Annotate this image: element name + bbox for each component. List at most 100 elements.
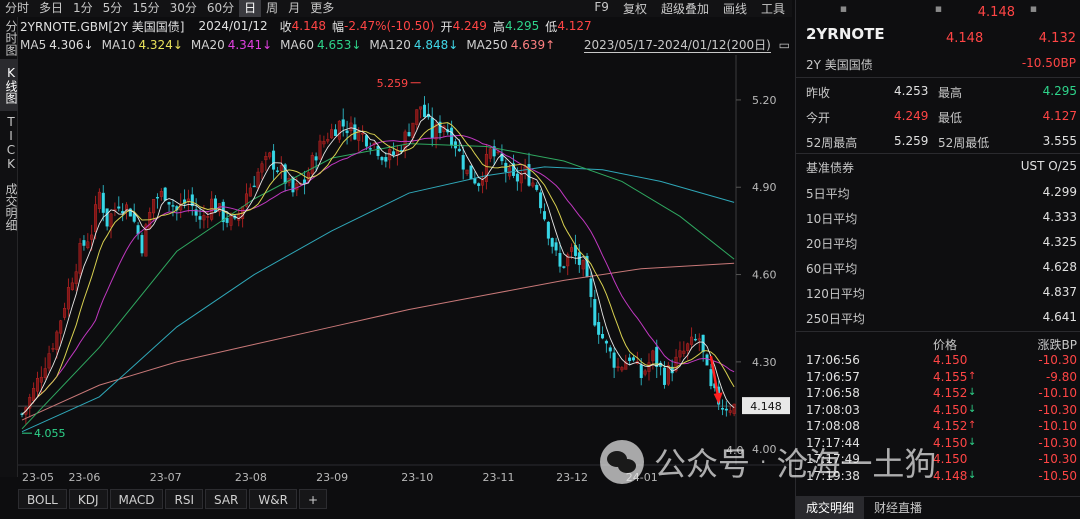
overlay-button[interactable]: 超级叠加 <box>654 0 716 17</box>
x-tick-label: 23-08 <box>235 471 267 484</box>
average-row: 10日平均 4.333 <box>796 205 1080 230</box>
x-tick-label: 23-11 <box>483 471 515 484</box>
candle-body <box>109 213 113 227</box>
quote-value: 4.295 <box>1042 84 1077 98</box>
candle-body <box>639 364 643 379</box>
ma5-line <box>21 114 735 415</box>
period-10[interactable]: 更多 <box>305 0 339 17</box>
quote-row: 昨收 4.253 最高 4.295 <box>796 79 1080 104</box>
symbol-label: 2YRNOTE.GBM[2Y 美国国债] <box>20 19 185 34</box>
trade-row: 17:17:44 4.150 ↓ -10.30 <box>796 435 1080 451</box>
period-6[interactable]: 60分 <box>202 0 239 17</box>
open-label: 开 <box>440 19 453 34</box>
settings-icon[interactable]: ▭ <box>779 38 790 52</box>
candle-body <box>535 184 539 190</box>
candle-body <box>349 122 353 131</box>
candle-body <box>63 308 67 318</box>
candle-body <box>604 340 608 344</box>
candle-body <box>78 243 82 274</box>
f9-button[interactable]: F9 <box>587 0 616 17</box>
trade-time: 17:08:03 <box>806 402 860 417</box>
trade-row: 17:19:38 4.148 ↓ -10.50 <box>796 468 1080 484</box>
average-label: 20日平均 <box>806 237 858 251</box>
period-7[interactable]: 日 <box>239 0 262 17</box>
date-range[interactable]: 2023/05/17-2024/01/12(200日) ▭ <box>583 36 790 53</box>
trend-arrowhead <box>713 392 723 405</box>
divider <box>796 77 1080 78</box>
panel-change-bp: -10.50BP <box>1021 56 1076 70</box>
indicator-tab-4[interactable]: SAR <box>204 489 248 509</box>
candle-body <box>539 192 543 209</box>
candle-body <box>105 208 109 227</box>
candle-body <box>558 253 562 267</box>
candle-body <box>314 156 318 161</box>
candle-body <box>279 165 283 171</box>
candle-body <box>86 241 90 249</box>
kline-chart[interactable]: 5.20 4.90 4.60 4.30 4.00 23-05 23-06 23-07 23-08… <box>18 55 792 485</box>
x-tick-label: 24-01 <box>626 471 658 484</box>
period-1[interactable]: 多日 <box>34 0 68 17</box>
period-9[interactable]: 月 <box>283 0 305 17</box>
tab-trades[interactable]: 成交明细 <box>0 175 18 239</box>
indicator-tab-5[interactable]: W&R <box>249 489 297 509</box>
trade-bp: -10.10 <box>1038 419 1077 433</box>
tab-kline[interactable]: K线图 <box>0 59 18 111</box>
candle-body <box>140 234 144 254</box>
tab-tick[interactable]: TICK <box>0 111 18 175</box>
trade-row: 17:06:56 4.150 -10.30 <box>796 352 1080 368</box>
ma-legend: MA5 4.306↓ MA10 4.324↓ MA20 4.341↓ MA60 4.653↓ M… <box>20 36 563 54</box>
tab-intraday[interactable]: 分时图 <box>0 17 18 59</box>
candle-body <box>202 215 206 221</box>
candle-body <box>477 183 481 186</box>
indicator-tab-1[interactable]: KDJ <box>68 489 108 509</box>
date-label: 2024/01/12 <box>198 19 268 33</box>
ma-label-5: MA250 <box>466 38 508 52</box>
quote-label: 今开 <box>806 111 831 125</box>
indicator-tab-6[interactable]: + <box>298 489 327 509</box>
candle-body <box>450 127 454 146</box>
ma-label-3: MA60 <box>280 38 314 52</box>
open-value: 4.249 <box>452 19 487 33</box>
candle-body <box>597 322 601 335</box>
candle-body <box>469 165 473 180</box>
candle-body <box>419 106 423 110</box>
last-price-label: 4.148 <box>750 400 782 413</box>
candle-body <box>384 157 388 162</box>
pin-icon[interactable]: ▪ <box>840 2 847 15</box>
trade-arrow-icon: ↓ <box>968 469 977 481</box>
period-2[interactable]: 1分 <box>68 0 98 17</box>
period-5[interactable]: 30分 <box>165 0 202 17</box>
candle-body <box>326 139 330 142</box>
candle-body <box>361 132 365 135</box>
candle-body <box>690 336 694 345</box>
quote-value: 4.127 <box>1042 109 1077 123</box>
indicator-tab-2[interactable]: MACD <box>109 489 164 509</box>
tab-finance-live[interactable]: 财经直播 <box>864 497 932 519</box>
tab-trade-detail[interactable]: 成交明细 <box>796 497 865 519</box>
candle-body <box>709 369 713 387</box>
indicator-tab-0[interactable]: BOLL <box>18 489 67 509</box>
trade-bp: -10.30 <box>1038 353 1077 367</box>
period-8[interactable]: 周 <box>261 0 283 17</box>
trade-time: 17:19:38 <box>806 468 860 483</box>
adjust-button[interactable]: 复权 <box>616 0 654 17</box>
period-0[interactable]: 分时 <box>0 0 34 17</box>
candle-body <box>66 287 70 310</box>
low-value: 4.127 <box>557 19 592 33</box>
period-4[interactable]: 15分 <box>127 0 164 17</box>
period-3[interactable]: 5分 <box>98 0 128 17</box>
tools-button[interactable]: 工具 <box>754 0 792 17</box>
pin-icon-2[interactable]: ▪ <box>935 2 942 15</box>
candle-body <box>330 129 334 139</box>
candle-body <box>593 299 597 326</box>
quote-row: 今开 4.249 最低 4.127 <box>796 104 1080 129</box>
x-tick-label: 23-07 <box>150 471 182 484</box>
indicator-tab-3[interactable]: RSI <box>165 489 203 509</box>
pin-icon-3[interactable]: ▪ <box>1030 2 1037 15</box>
candle-body <box>612 352 616 368</box>
high-value: 4.295 <box>504 19 540 33</box>
candle-body <box>457 148 461 152</box>
candle-body <box>337 120 341 140</box>
trade-bp: -9.80 <box>1045 369 1077 384</box>
draw-line-button[interactable]: 画线 <box>716 0 754 17</box>
